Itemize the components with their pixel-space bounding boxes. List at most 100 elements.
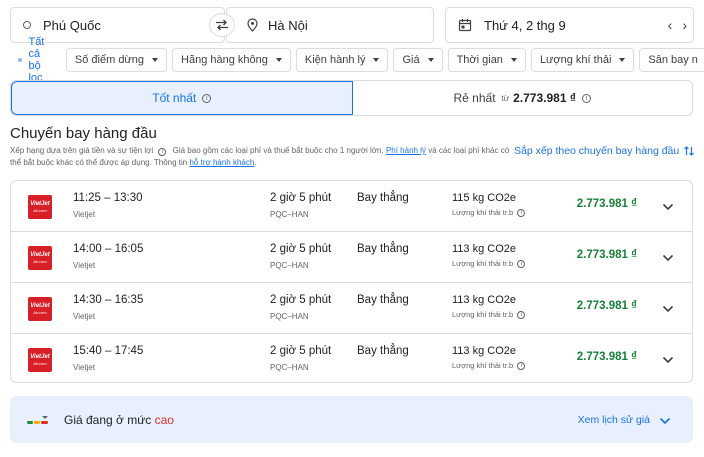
all-filters-button[interactable]: Tất cả bộ lọc (18, 36, 52, 84)
flight-route: PQC–HAN (270, 210, 309, 219)
destination-field[interactable]: Hà Nội (226, 7, 434, 43)
logo-text: Air.com (33, 259, 47, 264)
tab-cheapest-price: 2.773.981 ₫ (513, 91, 576, 105)
flight-row[interactable]: VietJet Air.com 15:40 – 17:45 Vietjet 2 g… (11, 334, 692, 382)
flight-stops: Bay thẳng (357, 192, 409, 204)
flight-price: 2.773.981 ₫ (576, 249, 637, 261)
airline-name: Vietjet (73, 363, 96, 372)
sort-arrows-icon (684, 146, 695, 156)
date-value: Thứ 4, 2 thg 9 (484, 17, 566, 33)
filter-chip-airlines[interactable]: Hãng hàng không (172, 48, 291, 72)
info-icon[interactable]: i (517, 361, 526, 370)
co2-label: Lượng khí thải tr.b i (452, 259, 526, 268)
flight-duration: 2 giờ 5 phút (270, 345, 332, 357)
expand-button[interactable] (662, 200, 674, 214)
filter-sliders-icon (18, 58, 23, 62)
tab-best-label: Tốt nhất (152, 91, 197, 105)
flight-row[interactable]: VietJet Air.com 11:25 – 13:30 Vietjet 2 g… (11, 181, 692, 232)
subtitle-text: Xếp hạng dựa trên giá tiền và sự tiện lợ… (10, 146, 154, 155)
filter-chip-price[interactable]: Giá (393, 48, 443, 72)
flight-stops: Bay thẳng (357, 294, 409, 306)
filter-chip-airports[interactable]: Sân bay n (639, 48, 704, 72)
info-icon[interactable]: i (517, 259, 526, 268)
tab-cheapest-label: Rẻ nhất (453, 91, 496, 105)
dropdown-caret-icon (427, 58, 434, 62)
info-icon[interactable]: i (582, 93, 591, 103)
next-date-button[interactable]: › (682, 18, 687, 32)
info-icon[interactable]: i (517, 310, 526, 319)
flight-price: 2.773.981 ₫ (576, 198, 637, 210)
expand-button[interactable] (662, 251, 674, 265)
flight-route: PQC–HAN (270, 363, 309, 372)
dropdown-caret-icon (619, 58, 626, 62)
swap-button[interactable] (209, 13, 235, 37)
flight-price: 2.773.981 ₫ (576, 300, 637, 312)
date-nav: ‹ › (668, 8, 687, 42)
co2-label: Lượng khí thải tr.b i (452, 361, 526, 370)
chevron-down-icon (659, 417, 671, 425)
calendar-icon (458, 18, 472, 32)
co2-label-text: Lượng khí thải tr.b (452, 208, 514, 217)
flight-times: 11:25 – 13:30 (73, 192, 143, 204)
co2-label-text: Lượng khí thải tr.b (452, 361, 514, 370)
flight-stops: Bay thẳng (357, 243, 409, 255)
info-icon[interactable]: i (517, 208, 526, 217)
flight-route: PQC–HAN (270, 261, 309, 270)
co2-label: Lượng khí thải tr.b i (452, 310, 526, 319)
co2-label: Lượng khí thải tr.b i (452, 208, 526, 217)
destination-value: Hà Nội (268, 17, 308, 33)
expand-button[interactable] (662, 353, 674, 367)
info-icon[interactable]: i (202, 93, 212, 103)
dropdown-caret-icon (275, 58, 282, 62)
flight-route: PQC–HAN (270, 312, 309, 321)
expand-button[interactable] (662, 302, 674, 316)
chip-label: Số điểm dừng (74, 54, 145, 66)
section-title: Chuyến bay hàng đầu (10, 125, 157, 142)
info-icon[interactable]: i (158, 148, 167, 156)
subtitle-text: Giá bao gồm các loại phí và thuế bắt buộ… (172, 146, 384, 155)
chip-label: Giá (402, 54, 420, 66)
insight-text-main: Giá đang ở mức (64, 412, 152, 427)
flight-duration: 2 giờ 5 phút (270, 192, 332, 204)
chip-label: Hãng hàng không (181, 54, 268, 66)
baggage-fees-link[interactable]: Phí hành lý (386, 146, 426, 155)
flight-row[interactable]: VietJet Air.com 14:30 – 16:35 Vietjet 2 g… (11, 283, 692, 334)
airline-name: Vietjet (73, 312, 96, 321)
price-level: cao (154, 412, 174, 427)
filter-chip-times[interactable]: Thời gian (447, 48, 526, 72)
filter-chip-baggage[interactable]: Kiện hành lý (295, 48, 389, 72)
chip-label: Kiện hành lý (304, 54, 366, 66)
chip-label: Lượng khí thải (539, 54, 612, 66)
filter-bar: Tất cả bộ lọc Số điểm dừng Hãng hàng khô… (10, 36, 704, 84)
insight-expand-button[interactable] (659, 414, 671, 428)
airline-name: Vietjet (73, 261, 96, 270)
flight-price: 2.773.981 ₫ (576, 351, 637, 363)
date-field[interactable]: Thứ 4, 2 thg 9 ‹ › (445, 7, 694, 43)
chevron-down-icon (662, 356, 674, 364)
filter-chip-emissions[interactable]: Lượng khí thải (530, 48, 635, 72)
filter-chip-stops[interactable]: Số điểm dừng (65, 48, 168, 72)
flight-times: 15:40 – 17:45 (73, 345, 144, 357)
flight-row[interactable]: VietJet Air.com 14:00 – 16:05 Vietjet 2 g… (11, 232, 692, 283)
logo-text: VietJet (30, 252, 50, 258)
co2-emissions: 113 kg CO2e (452, 345, 517, 357)
co2-emissions: 115 kg CO2e (452, 192, 517, 204)
dropdown-caret-icon (373, 58, 380, 62)
flight-duration: 2 giờ 5 phút (270, 294, 332, 306)
price-history-link[interactable]: Xem lịch sử giá (578, 414, 650, 426)
flight-list: VietJet Air.com 11:25 – 13:30 Vietjet 2 g… (10, 180, 693, 383)
location-pin-icon (247, 18, 258, 32)
vietjet-logo: VietJet Air.com (28, 297, 52, 321)
vietjet-logo: VietJet Air.com (28, 195, 52, 219)
sort-button[interactable]: Sắp xếp theo chuyến bay hàng đầu (514, 145, 695, 157)
logo-text: VietJet (30, 201, 50, 207)
airline-name: Vietjet (73, 210, 96, 219)
logo-text: VietJet (30, 354, 50, 360)
price-insight-banner[interactable]: Giá đang ở mức cao Xem lịch sử giá (10, 396, 693, 443)
co2-label-text: Lượng khí thải tr.b (452, 310, 514, 319)
price-insight-text: Giá đang ở mức cao (64, 413, 174, 427)
previous-date-button[interactable]: ‹ (668, 18, 673, 32)
passenger-assistance-link[interactable]: hỗ trợ hành khách (189, 158, 254, 167)
tab-cheapest[interactable]: Rẻ nhất từ 2.773.981 ₫ i (353, 81, 693, 115)
tab-best[interactable]: Tốt nhất i (11, 81, 353, 115)
